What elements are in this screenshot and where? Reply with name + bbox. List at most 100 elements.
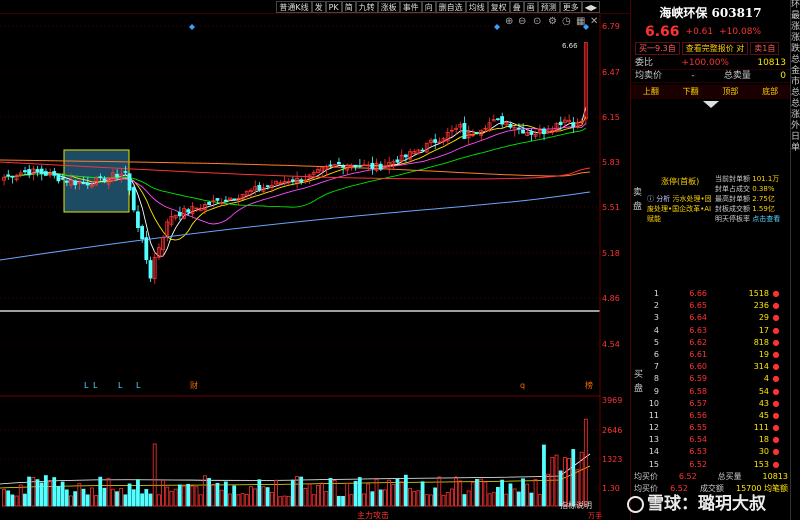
limit-stat-value[interactable]: 点击查看 (752, 215, 780, 223)
volume-bar (487, 493, 492, 507)
orderbook-row[interactable]: 8 6.59 4 ● (631, 373, 791, 385)
total-sell-value: 0 (780, 71, 786, 81)
volume-bar (399, 481, 404, 507)
candle-body (207, 201, 211, 206)
orderbook-row[interactable]: 1 6.66 1518 ● (631, 288, 791, 300)
volume-bar (424, 494, 429, 507)
volume-bar (454, 476, 458, 507)
toolbar-arrows[interactable]: ◀▶ (581, 1, 600, 13)
orderbook-volume: 153 (753, 459, 769, 469)
orderbook-price: 6.57 (689, 398, 707, 408)
price-tick-label: 6.79 (602, 22, 620, 31)
volume-bar (324, 491, 329, 507)
marker-diamond-icon (189, 24, 195, 30)
dot-icon: ● (772, 459, 780, 469)
candle-body (236, 197, 241, 200)
volume-bar (554, 454, 559, 507)
orderbook-price: 6.62 (689, 337, 707, 347)
toolbar-item[interactable]: 简 (341, 1, 356, 13)
toolbar-item[interactable]: 更多 (559, 1, 582, 13)
volume-bar (198, 494, 203, 507)
sell-button[interactable]: 卖1自 (750, 42, 780, 55)
buy-button[interactable]: 买一9.3自 (635, 42, 680, 55)
toolbar-item[interactable]: 发 (311, 1, 326, 13)
volume-bar (2, 488, 6, 507)
summary-t: 总买量 (717, 471, 742, 481)
volume-bar (282, 495, 287, 507)
collapse-triangle-icon[interactable] (702, 101, 719, 108)
limit-stat-key: 最高封单额 (715, 195, 750, 203)
volume-bar (521, 478, 525, 507)
orderbook-level: 10 (648, 398, 659, 408)
candle-body (290, 179, 295, 182)
volume-bar (77, 483, 82, 507)
bottom-button[interactable]: 底部 (762, 85, 778, 99)
orderbook-row[interactable]: 2 6.65 236 ● (631, 300, 791, 312)
orderbook-row[interactable]: 9 6.58 54 ● (631, 386, 791, 398)
candle-body (449, 129, 454, 132)
action-buttons: 买一9.3自 查看完整报价 对 卖1自 (631, 40, 790, 57)
toolbar-item[interactable]: 删自选 (435, 1, 466, 13)
volume-bar (173, 488, 178, 507)
volume-bar (85, 494, 90, 507)
volume-bar (357, 477, 362, 507)
limit-stat-row: 最高封单额 2.75亿 (715, 194, 791, 204)
orderbook-row[interactable]: 5 6.62 818 ● (631, 337, 791, 349)
orderbook-volume: 54 (758, 386, 769, 396)
toolbar-item[interactable]: 预测 (537, 1, 560, 13)
volume-bar (437, 476, 442, 507)
candle-body (115, 173, 119, 178)
volume-bar (445, 492, 450, 507)
far-right-strip: 环最涨涨跌总金市总总涨外日单 (790, 0, 800, 520)
toolbar-item[interactable]: 叠 (509, 1, 524, 13)
axis-labels: 6.79 6.47 6.15 5.83 5.51 5.18 4.86 4.54 3969 2646… (84, 22, 622, 520)
orderbook-summary-row: 均买价 6.52 总买量 10813 (631, 471, 791, 483)
toolbar-item[interactable]: 画 (523, 1, 538, 13)
volume-ma-line (0, 453, 591, 485)
limit-stat-row: 当前封单额 101.1万 (715, 174, 791, 184)
orderbook-price: 6.65 (689, 301, 707, 311)
toolbar-item[interactable]: 复权 (487, 1, 510, 13)
candle-body (395, 159, 400, 163)
page-down-button[interactable]: 下翻 (683, 85, 699, 99)
orderbook-row[interactable]: 13 6.54 18 ● (631, 434, 791, 446)
volume-bar (479, 478, 484, 507)
max-price-label: 6.66 (562, 42, 578, 50)
limit-stat-row: 明天停板率 点击查看 (715, 214, 791, 224)
volume-bar (148, 493, 153, 507)
orderbook-row[interactable]: 6 6.61 19 ● (631, 349, 791, 361)
orderbook-row[interactable]: 3 6.64 29 ● (631, 312, 791, 324)
volume-bar (110, 488, 115, 507)
orderbook-row[interactable]: 12 6.55 111 ● (631, 422, 791, 434)
volume-bar (73, 491, 78, 507)
kline-chart[interactable]: 6.79 6.47 6.15 5.83 5.51 5.18 4.86 4.54 3969 2646… (0, 14, 630, 520)
limit-stat-value: 2.75亿 (752, 195, 775, 203)
toolbar-item[interactable]: 普通K线 (276, 1, 312, 13)
volume-bar (94, 494, 98, 507)
volume-bar (420, 481, 425, 507)
marker-diamond-icon (494, 24, 500, 30)
orderbook-row[interactable]: 11 6.56 45 ● (631, 410, 791, 422)
toolbar-item[interactable]: 九转 (355, 1, 378, 13)
view-quote-button[interactable]: 查看完整报价 对 (681, 42, 749, 55)
ratio-value: +100.00% (681, 58, 729, 68)
volume-bar (412, 491, 417, 507)
dot-icon: ● (772, 289, 780, 298)
orderbook-row[interactable]: 4 6.63 17 ● (631, 325, 791, 337)
orderbook-row[interactable]: 10 6.57 43 ● (631, 398, 791, 410)
toolbar-item[interactable]: 向 (421, 1, 436, 13)
toolbar-item[interactable]: 均线 (465, 1, 488, 13)
orderbook-row[interactable]: 15 6.52 153 ● (631, 459, 791, 471)
volume-bar (462, 494, 467, 507)
limit-stats: 当前封单额 101.1万 封单占成交 0.38% 最高封单额 2.75亿 封板成交额 … (715, 174, 791, 224)
toolbar-item[interactable]: 事件 (399, 1, 422, 13)
toolbar-item[interactable]: PK (325, 1, 342, 13)
top-button[interactable]: 顶部 (722, 85, 738, 99)
toolbar-item[interactable]: 涨板 (377, 1, 400, 13)
volume-bar (156, 494, 161, 507)
orderbook-row[interactable]: 7 6.60 314 ● (631, 361, 791, 373)
limit-stat-value: 101.1万 (752, 175, 780, 183)
volume-bar (186, 483, 191, 507)
orderbook-row[interactable]: 14 6.53 30 ● (631, 446, 791, 458)
page-up-button[interactable]: 上翻 (643, 85, 659, 99)
